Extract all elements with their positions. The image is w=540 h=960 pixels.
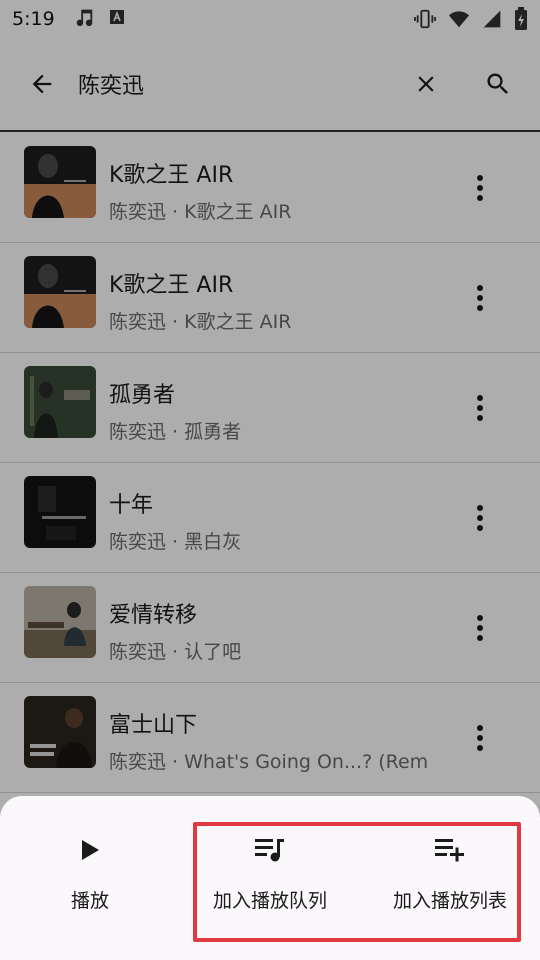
add-to-queue-button[interactable]: 加入播放队列 — [180, 796, 360, 960]
queue-music-icon — [255, 836, 285, 864]
add-to-playlist-button[interactable]: 加入播放列表 — [360, 796, 540, 960]
play-action-button[interactable]: 播放 — [0, 796, 180, 960]
add-to-playlist-label: 加入播放列表 — [392, 890, 507, 912]
play-icon — [79, 836, 101, 864]
add-to-queue-label: 加入播放队列 — [212, 890, 327, 912]
bottom-sheet: 播放 加入播放队列 加入播放列表 — [0, 796, 540, 960]
playlist-add-icon — [435, 836, 465, 864]
play-action-label: 播放 — [70, 890, 109, 912]
